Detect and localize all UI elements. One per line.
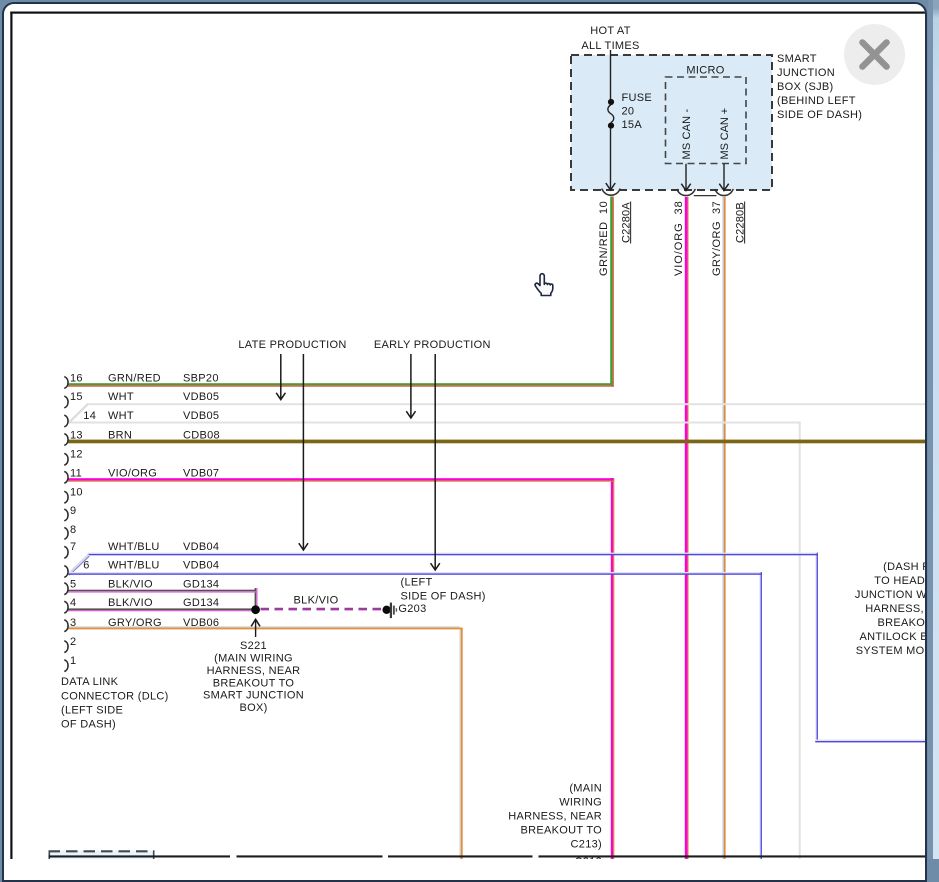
svg-text:3: 3 [70, 617, 76, 629]
svg-text:BREAKOUT TO: BREAKOUT TO [877, 617, 927, 629]
svg-text:VDB05: VDB05 [183, 410, 219, 422]
svg-text:2: 2 [70, 636, 76, 648]
svg-text:GRN/RED: GRN/RED [108, 372, 161, 384]
svg-text:13: 13 [70, 430, 83, 442]
svg-text:VDB04: VDB04 [183, 560, 219, 572]
svg-text:G203: G203 [398, 603, 426, 615]
svg-text:BRN: BRN [108, 430, 132, 442]
svg-text:GD134: GD134 [183, 578, 219, 590]
svg-text:SIDE OF DASH): SIDE OF DASH) [777, 109, 862, 121]
svg-text:(MAIN WIRING: (MAIN WIRING [214, 653, 293, 665]
svg-text:VDB07: VDB07 [183, 467, 219, 479]
svg-text:EARLY PRODUCTION: EARLY PRODUCTION [374, 339, 491, 351]
svg-text:CDB08: CDB08 [183, 430, 220, 442]
svg-text:HARNESS, NEAR: HARNESS, NEAR [207, 665, 301, 677]
svg-text:SMART: SMART [777, 53, 817, 65]
svg-text:BREAKOUT TO: BREAKOUT TO [520, 825, 602, 837]
svg-text:C213): C213) [571, 839, 602, 851]
svg-text:(LEFT: (LEFT [401, 577, 433, 589]
svg-text:15A: 15A [622, 119, 643, 131]
svg-text:11: 11 [70, 467, 82, 479]
svg-text:1: 1 [70, 655, 76, 667]
svg-text:16: 16 [70, 372, 83, 384]
svg-text:7: 7 [70, 541, 76, 553]
svg-text:JUNCTION: JUNCTION [777, 67, 835, 79]
svg-text:SBP20: SBP20 [183, 372, 219, 384]
svg-text:VIO/ORG: VIO/ORG [108, 467, 157, 479]
svg-text:DATA LINK: DATA LINK [61, 676, 119, 688]
svg-text:VDB05: VDB05 [183, 391, 219, 403]
svg-text:5: 5 [70, 578, 76, 590]
svg-text:FUSE: FUSE [622, 92, 653, 104]
svg-text:HOT AT: HOT AT [590, 25, 631, 37]
svg-text:WHT: WHT [108, 391, 134, 403]
svg-text:6: 6 [83, 560, 89, 572]
svg-text:WIRING: WIRING [559, 797, 602, 809]
svg-text:WHT/BLU: WHT/BLU [108, 541, 160, 553]
svg-text:15: 15 [70, 391, 83, 403]
svg-text:HARNESS, NEAR: HARNESS, NEAR [508, 811, 602, 823]
svg-text:VIO/ORG 38: VIO/ORG 38 [673, 201, 685, 276]
svg-text:8: 8 [70, 524, 76, 536]
svg-text:GRY/ORG 37: GRY/ORG 37 [711, 201, 723, 276]
svg-text:CONNECTOR (DLC): CONNECTOR (DLC) [61, 690, 169, 702]
svg-text:(MAIN: (MAIN [569, 783, 602, 795]
svg-text:BLK/VIO: BLK/VIO [294, 595, 339, 607]
svg-text:ALL TIMES: ALL TIMES [581, 40, 639, 52]
svg-text:(DASH PANEL: (DASH PANEL [883, 561, 927, 573]
svg-text:GRN/RED 10: GRN/RED 10 [598, 201, 610, 276]
svg-text:WHT/BLU: WHT/BLU [108, 560, 160, 572]
svg-text:MICRO: MICRO [686, 65, 724, 77]
svg-text:9: 9 [70, 505, 76, 517]
svg-text:12: 12 [70, 449, 83, 461]
svg-text:BLK/VIO: BLK/VIO [108, 597, 153, 609]
svg-text:MS CAN -: MS CAN - [681, 108, 693, 159]
svg-text:(BEHIND LEFT: (BEHIND LEFT [777, 95, 856, 107]
svg-text:S221: S221 [240, 640, 267, 652]
svg-text:WHT: WHT [108, 410, 134, 422]
svg-text:BOX (SJB): BOX (SJB) [777, 81, 834, 93]
svg-text:TO HEADLINER: TO HEADLINER [874, 575, 927, 587]
svg-text:20: 20 [622, 106, 635, 118]
svg-text:SYSTEM MODULE): SYSTEM MODULE) [856, 645, 927, 657]
svg-text:GRY/ORG: GRY/ORG [108, 617, 162, 629]
svg-text:VDB06: VDB06 [183, 617, 219, 629]
svg-text:BOX): BOX) [239, 702, 267, 714]
svg-text:MS CAN +: MS CAN + [719, 108, 731, 160]
svg-text:10: 10 [70, 486, 83, 498]
svg-text:OF DASH): OF DASH) [61, 719, 116, 731]
svg-text:SMART JUNCTION: SMART JUNCTION [203, 690, 304, 702]
svg-text:GD134: GD134 [183, 597, 219, 609]
svg-text:BLK/VIO: BLK/VIO [108, 578, 153, 590]
svg-text:BREAKOUT TO: BREAKOUT TO [213, 677, 295, 689]
svg-text:14: 14 [83, 410, 96, 422]
svg-text:VDB04: VDB04 [183, 541, 219, 553]
svg-text:SIDE OF DASH): SIDE OF DASH) [401, 591, 486, 603]
svg-text:JUNCTION WIRING: JUNCTION WIRING [855, 589, 927, 601]
svg-text:(LEFT SIDE: (LEFT SIDE [61, 705, 123, 717]
svg-text:ANTILOCK BRAKE: ANTILOCK BRAKE [859, 631, 927, 643]
svg-text:4: 4 [70, 597, 76, 609]
svg-text:HARNESS, NEAR: HARNESS, NEAR [865, 603, 927, 615]
svg-text:LATE PRODUCTION: LATE PRODUCTION [238, 339, 346, 351]
